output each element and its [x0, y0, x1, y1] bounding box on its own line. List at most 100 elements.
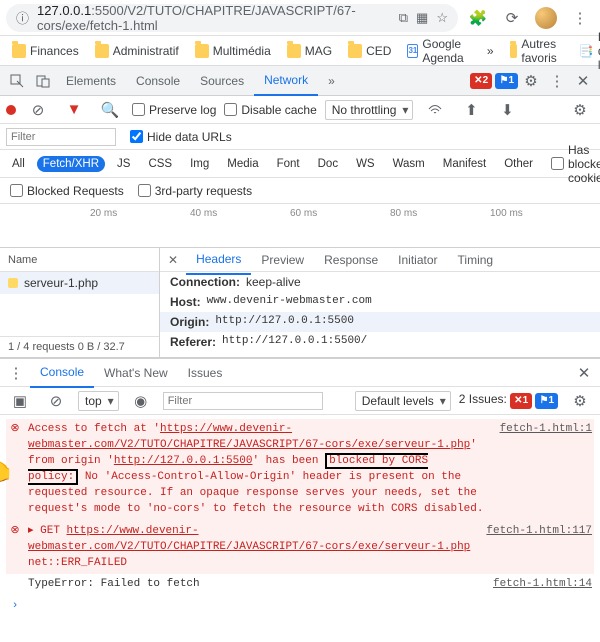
type-doc[interactable]: Doc: [312, 156, 344, 172]
console-settings-icon[interactable]: ⚙: [566, 387, 594, 415]
type-other[interactable]: Other: [498, 156, 539, 172]
warning-badge[interactable]: ⚑ 1: [495, 73, 518, 89]
log-levels-select[interactable]: Default levels: [355, 391, 451, 411]
close-detail-icon[interactable]: ✕: [160, 253, 186, 267]
console-error-cors[interactable]: ⊗ Access to fetch at 'https://www.deveni…: [6, 419, 594, 521]
reload-icon[interactable]: ⟳: [498, 4, 526, 32]
source-link[interactable]: fetch-1.html:1: [500, 422, 592, 518]
tab-more[interactable]: »: [318, 66, 345, 96]
url-text: 127.0.0.1:5500/V2/TUTO/CHAPITRE/JAVASCRI…: [37, 3, 383, 33]
type-media[interactable]: Media: [221, 156, 264, 172]
eye-icon[interactable]: ◉: [127, 387, 155, 415]
annotation-thumb-icon: 👈: [0, 451, 12, 489]
filter-row: Hide data URLs: [0, 124, 600, 150]
type-all[interactable]: All: [6, 156, 31, 172]
console-sidebar-icon[interactable]: ▣: [6, 387, 34, 415]
search-icon[interactable]: 🔍: [96, 96, 124, 124]
bookmark-gagenda[interactable]: 31Google Agenda: [401, 34, 472, 68]
type-manifest[interactable]: Manifest: [437, 156, 492, 172]
bookmark-admin[interactable]: Administratif: [89, 41, 185, 61]
tl-100: 100 ms: [490, 208, 523, 219]
star-icon[interactable]: ☆: [436, 10, 448, 26]
blocked-requests-checkbox[interactable]: Blocked Requests: [10, 184, 124, 198]
bookmark-autres[interactable]: Autres favoris: [504, 34, 569, 68]
disable-cache-checkbox[interactable]: Disable cache: [224, 103, 316, 117]
type-fetchxhr[interactable]: Fetch/XHR: [37, 156, 105, 172]
drawer-tab-issues[interactable]: Issues: [178, 358, 233, 388]
bookmark-multimedia[interactable]: Multimédia: [189, 41, 277, 61]
type-js[interactable]: JS: [111, 156, 136, 172]
issues-label[interactable]: 2 Issues: ✕ 1 ⚑ 1: [459, 392, 558, 409]
tl-80: 80 ms: [390, 208, 417, 219]
extensions-icon[interactable]: 🧩: [464, 4, 492, 32]
wifi-icon[interactable]: [421, 96, 449, 124]
request-row[interactable]: serveur-1.php: [0, 272, 159, 294]
grid-icon[interactable]: ▦: [416, 10, 428, 26]
tab-network[interactable]: Network: [254, 66, 318, 96]
dtab-timing[interactable]: Timing: [448, 245, 504, 275]
source-link[interactable]: fetch-1.html:14: [493, 577, 592, 593]
dtab-preview[interactable]: Preview: [251, 245, 314, 275]
request-detail: ✕ Headers Preview Response Initiator Tim…: [160, 248, 600, 357]
error-badge[interactable]: ✕ 2: [470, 73, 492, 89]
reading-icon[interactable]: ⧉: [399, 10, 408, 26]
context-select[interactable]: top: [78, 391, 119, 411]
console-error-get[interactable]: ⊗ ▸ GET https://www.devenir-webmaster.co…: [6, 521, 594, 575]
tab-elements[interactable]: Elements: [56, 66, 126, 96]
bookmark-overflow[interactable]: »: [481, 41, 500, 61]
download-icon[interactable]: ⬇: [493, 96, 521, 124]
request-list-header[interactable]: Name: [0, 248, 159, 272]
header-referer: Referer:http://127.0.0.1:5500/: [160, 332, 600, 352]
dtab-response[interactable]: Response: [314, 245, 388, 275]
request-list: Name serveur-1.php 1 / 4 requests 0 B / …: [0, 248, 160, 357]
record-icon[interactable]: [6, 105, 16, 115]
tl-60: 60 ms: [290, 208, 317, 219]
bookmark-finances[interactable]: Finances: [6, 41, 85, 61]
network-toolbar: ⊘ ▼ 🔍 Preserve log Disable cache No thro…: [0, 96, 600, 124]
console-prompt[interactable]: ›: [6, 596, 594, 618]
more-vert-icon[interactable]: ⋮: [544, 68, 570, 94]
drawer-close-icon[interactable]: ✕: [570, 359, 598, 387]
type-font[interactable]: Font: [271, 156, 306, 172]
drawer-tab-whatsnew[interactable]: What's New: [94, 358, 178, 388]
clear-icon[interactable]: ⊘: [24, 96, 52, 124]
tab-console[interactable]: Console: [126, 66, 190, 96]
extra-filter-row: Blocked Requests 3rd-party requests: [0, 178, 600, 204]
blocked-cookies-checkbox[interactable]: Has blocked cookies: [551, 143, 600, 185]
bookmarks-bar: Finances Administratif Multimédia MAG CE…: [0, 36, 600, 66]
console-filter-input[interactable]: [163, 392, 323, 410]
upload-icon[interactable]: ⬆: [457, 96, 485, 124]
filter-input[interactable]: [6, 128, 116, 146]
network-settings-icon[interactable]: ⚙: [566, 96, 594, 124]
hide-data-urls-checkbox[interactable]: Hide data URLs: [130, 130, 232, 144]
tl-40: 40 ms: [190, 208, 217, 219]
bookmark-mag[interactable]: MAG: [281, 41, 338, 61]
dtab-headers[interactable]: Headers: [186, 245, 251, 275]
waterfall-timeline[interactable]: 20 ms 40 ms 60 ms 80 ms 100 ms: [0, 204, 600, 248]
close-devtools-icon[interactable]: ✕: [570, 68, 596, 94]
device-icon[interactable]: [30, 68, 56, 94]
type-ws[interactable]: WS: [350, 156, 381, 172]
profile-avatar[interactable]: [532, 4, 560, 32]
console-typeerror[interactable]: TypeError: Failed to fetch fetch-1.html:…: [6, 574, 594, 596]
filter-icon[interactable]: ▼: [60, 96, 88, 124]
tab-sources[interactable]: Sources: [190, 66, 254, 96]
address-bar[interactable]: ⓘ 127.0.0.1:5500/V2/TUTO/CHAPITRE/JAVASC…: [6, 4, 458, 32]
drawer-tab-console[interactable]: Console: [30, 358, 94, 388]
bookmark-ced[interactable]: CED: [342, 41, 397, 61]
type-css[interactable]: CSS: [142, 156, 178, 172]
type-wasm[interactable]: Wasm: [387, 156, 431, 172]
settings-gear-icon[interactable]: ⚙: [518, 68, 544, 94]
inspect-icon[interactable]: [4, 68, 30, 94]
devtools-tabs: Elements Console Sources Network » ✕ 2 ⚑…: [0, 66, 600, 96]
source-link[interactable]: fetch-1.html:117: [486, 524, 592, 572]
drawer-menu-icon[interactable]: ⋮: [2, 359, 30, 387]
preserve-log-checkbox[interactable]: Preserve log: [132, 103, 216, 117]
status-dot-icon: [8, 278, 18, 288]
third-party-checkbox[interactable]: 3rd-party requests: [138, 184, 252, 198]
site-info-icon[interactable]: ⓘ: [16, 8, 29, 27]
console-clear-icon[interactable]: ⊘: [42, 387, 70, 415]
dtab-initiator[interactable]: Initiator: [388, 245, 447, 275]
throttling-select[interactable]: No throttling: [325, 100, 414, 120]
type-img[interactable]: Img: [184, 156, 215, 172]
